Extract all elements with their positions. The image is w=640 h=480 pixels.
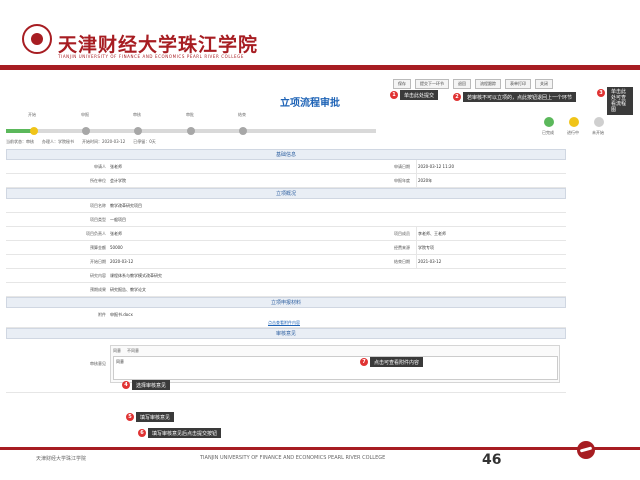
year-label: 申报年度 bbox=[394, 178, 410, 183]
callout-4: 选择审核意见 bbox=[132, 380, 171, 390]
callout-2: 若审核不可以立项的，点此按钮退回上一个环节 bbox=[463, 92, 577, 102]
footer-university-en: TIANJIN UNIVERSITY OF FINANCE AND ECONOM… bbox=[200, 455, 386, 461]
callout-5-badge: 5 bbox=[126, 413, 134, 421]
callout-1: 单击此处提交 bbox=[400, 90, 439, 100]
step-dot-approve bbox=[187, 127, 195, 135]
status-legend: 已完成 进行中 未开始 bbox=[540, 117, 610, 141]
section-project: 立项概况 bbox=[6, 188, 566, 199]
proj-type-value: 一般项目 bbox=[110, 217, 126, 222]
goal-label: 预期成果 bbox=[90, 287, 106, 292]
budget-label: 预算金额 bbox=[90, 245, 106, 250]
footer-logo-icon bbox=[577, 441, 595, 459]
section-basic: 基础信息 bbox=[6, 149, 566, 160]
opinion-agree-option[interactable]: 同意 bbox=[113, 348, 121, 354]
step-label-review: 审核 bbox=[133, 112, 141, 117]
dept-value: 会计学院 bbox=[110, 178, 126, 183]
step-dot-end bbox=[239, 127, 247, 135]
approval-form: 基础信息 申请人 张老师 申请日期 2020-03-12 11:20 所在单位 … bbox=[6, 149, 566, 393]
university-name-cn: 天津财经大学珠江学院 bbox=[58, 34, 259, 56]
legend-done-label: 已完成 bbox=[542, 130, 554, 135]
close-button[interactable]: 关闭 bbox=[535, 79, 553, 89]
legend-current-icon bbox=[569, 117, 579, 127]
opinion-textarea[interactable]: 同意 bbox=[113, 356, 558, 380]
applicant-value: 张老师 bbox=[110, 164, 122, 169]
callout-7-badge: 7 bbox=[360, 358, 368, 366]
page-title: 立项流程审批 bbox=[280, 98, 340, 109]
footer-divider bbox=[0, 447, 640, 450]
applicant-label: 申请人 bbox=[94, 164, 106, 169]
status-info: 当前状态：审核 办理人：学院秘书 开始时间：2020-03-12 已停留：0天 bbox=[6, 139, 156, 144]
action-toolbar: 保存 提交下一环节 退回 流程跟踪 表单打印 关闭 bbox=[393, 79, 553, 89]
step-label-end: 结束 bbox=[238, 112, 246, 117]
print-button[interactable]: 表单打印 bbox=[505, 79, 531, 89]
legend-current-label: 进行中 bbox=[567, 130, 579, 135]
header: 天津财经大学珠江学院 TIANJIN UNIVERSITY OF FINANCE… bbox=[0, 0, 640, 64]
attachment-link[interactable]: 点击查看附件内容 bbox=[268, 320, 300, 326]
university-name-en: TIANJIN UNIVERSITY OF FINANCE AND ECONOM… bbox=[58, 54, 245, 59]
callout-1-badge: 1 bbox=[390, 91, 398, 99]
section-attachments: 立项申报材料 bbox=[6, 297, 566, 308]
apply-date-value: 2020-03-12 11:20 bbox=[418, 164, 455, 169]
dept-label: 所在单位 bbox=[90, 178, 106, 183]
attach-value: 申报书.docx bbox=[110, 312, 133, 317]
year-value: 2020年 bbox=[418, 178, 433, 183]
opinion-label: 审核意见 bbox=[90, 361, 106, 366]
legend-pending-icon bbox=[594, 117, 604, 127]
start-value: 2020-03-12 bbox=[110, 259, 134, 264]
leader-label: 项目负责人 bbox=[86, 231, 106, 236]
university-logo bbox=[22, 24, 52, 54]
callout-7: 点击可查看附件内容 bbox=[370, 357, 424, 367]
proj-name-label: 项目名称 bbox=[90, 203, 106, 208]
step-dot-start bbox=[30, 127, 38, 135]
legend-done-icon bbox=[544, 117, 554, 127]
step-label-apply: 申报 bbox=[81, 112, 89, 117]
end-label: 结束日期 bbox=[394, 259, 410, 264]
budget-value: 50000 bbox=[110, 245, 123, 250]
proj-type-label: 项目类型 bbox=[90, 217, 106, 222]
content-value: 课程体系与教学模式改革研究 bbox=[110, 273, 162, 278]
fund-label: 经费来源 bbox=[394, 245, 410, 250]
progress-steps: 开始 申报 审核 审批 结束 bbox=[6, 112, 376, 138]
flow-track-button[interactable]: 流程跟踪 bbox=[475, 79, 501, 89]
submit-next-button[interactable]: 提交下一环节 bbox=[415, 79, 449, 89]
legend-pending-label: 未开始 bbox=[592, 130, 604, 135]
proj-name-value: 教学改革研究项目 bbox=[110, 203, 142, 208]
return-button[interactable]: 退回 bbox=[453, 79, 471, 89]
opinion-box: 同意 不同意 同意 bbox=[110, 345, 560, 383]
callout-5: 填写审核意见 bbox=[136, 412, 175, 422]
callout-3: 单击此处可查看流程图 bbox=[607, 87, 633, 115]
opinion-disagree-option[interactable]: 不同意 bbox=[127, 348, 139, 354]
members-value: 李老师、王老师 bbox=[418, 231, 446, 236]
callout-6-badge: 6 bbox=[138, 429, 146, 437]
footer-university-cn: 天津财经大学珠江学院 bbox=[36, 456, 87, 462]
content-label: 研究内容 bbox=[90, 273, 106, 278]
apply-date-label: 申请日期 bbox=[394, 164, 410, 169]
callout-4-badge: 4 bbox=[122, 381, 130, 389]
callout-6: 填写审核意见后点击提交按钮 bbox=[148, 428, 222, 438]
goal-value: 研究报告、教学论文 bbox=[110, 287, 146, 292]
step-dot-review bbox=[134, 127, 142, 135]
page-number: 46 bbox=[482, 452, 502, 468]
section-review: 审核意见 bbox=[6, 328, 566, 339]
start-label: 开始日期 bbox=[90, 259, 106, 264]
members-label: 项目成员 bbox=[394, 231, 410, 236]
header-divider bbox=[0, 65, 640, 70]
step-dot-apply bbox=[82, 127, 90, 135]
attach-label: 附件 bbox=[98, 312, 106, 317]
callout-2-badge: 2 bbox=[453, 93, 461, 101]
leader-value: 张老师 bbox=[110, 231, 122, 236]
fund-value: 学院专项 bbox=[418, 245, 434, 250]
save-button[interactable]: 保存 bbox=[393, 79, 411, 89]
step-label-approve: 审批 bbox=[186, 112, 194, 117]
callout-3-badge: 3 bbox=[597, 89, 605, 97]
end-value: 2021-03-12 bbox=[418, 259, 442, 264]
step-label-start: 开始 bbox=[28, 112, 36, 117]
